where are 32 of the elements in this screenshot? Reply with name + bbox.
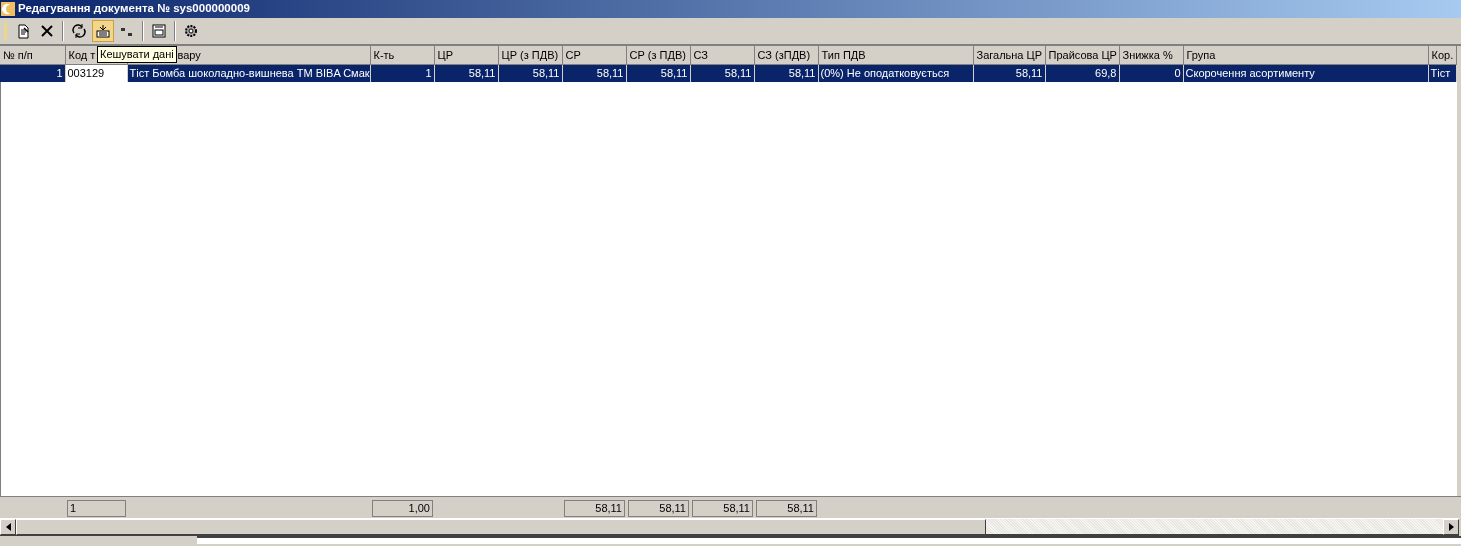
- total-field: 58,11: [692, 500, 753, 517]
- gear-icon: [183, 23, 199, 39]
- delete-icon: [39, 23, 55, 39]
- column-header[interactable]: СР (з ПДВ): [626, 46, 690, 64]
- total-field: 1: [67, 500, 126, 517]
- column-header[interactable]: Загальна ЦР: [973, 46, 1045, 64]
- column-header[interactable]: Кор.: [1428, 46, 1456, 64]
- window-title: Редагування документа № sys000000009: [18, 1, 250, 17]
- tooltip: Кешувати дані: [97, 46, 177, 63]
- column-header[interactable]: СЗ (зПДВ): [754, 46, 818, 64]
- scroll-left-icon[interactable]: [5, 523, 11, 531]
- horizontal-scrollbar[interactable]: [0, 518, 1459, 536]
- tray-icon: [95, 23, 111, 39]
- column-header[interactable]: Прайсова ЦР: [1045, 46, 1119, 64]
- total-field: 58,11: [628, 500, 689, 517]
- column-header[interactable]: ЦР: [434, 46, 498, 64]
- column-header[interactable]: ЦР (з ПДВ): [498, 46, 562, 64]
- scroll-right-icon[interactable]: [1448, 523, 1454, 531]
- total-field: 58,11: [756, 500, 817, 517]
- document-icon: [15, 23, 31, 39]
- column-header[interactable]: № п/п: [0, 46, 65, 64]
- app-icon: [1, 2, 15, 16]
- input-field[interactable]: [197, 536, 1461, 544]
- total-field: 1,00: [372, 500, 433, 517]
- column-header[interactable]: Тип ПДВ: [818, 46, 973, 64]
- column-header[interactable]: Знижка %: [1119, 46, 1183, 64]
- total-field: 58,11: [564, 500, 625, 517]
- column-header[interactable]: Група: [1183, 46, 1428, 64]
- refresh-icon: [71, 23, 87, 39]
- column-header[interactable]: СЗ: [690, 46, 754, 64]
- column-header[interactable]: СР: [562, 46, 626, 64]
- column-header[interactable]: К-ть: [370, 46, 434, 64]
